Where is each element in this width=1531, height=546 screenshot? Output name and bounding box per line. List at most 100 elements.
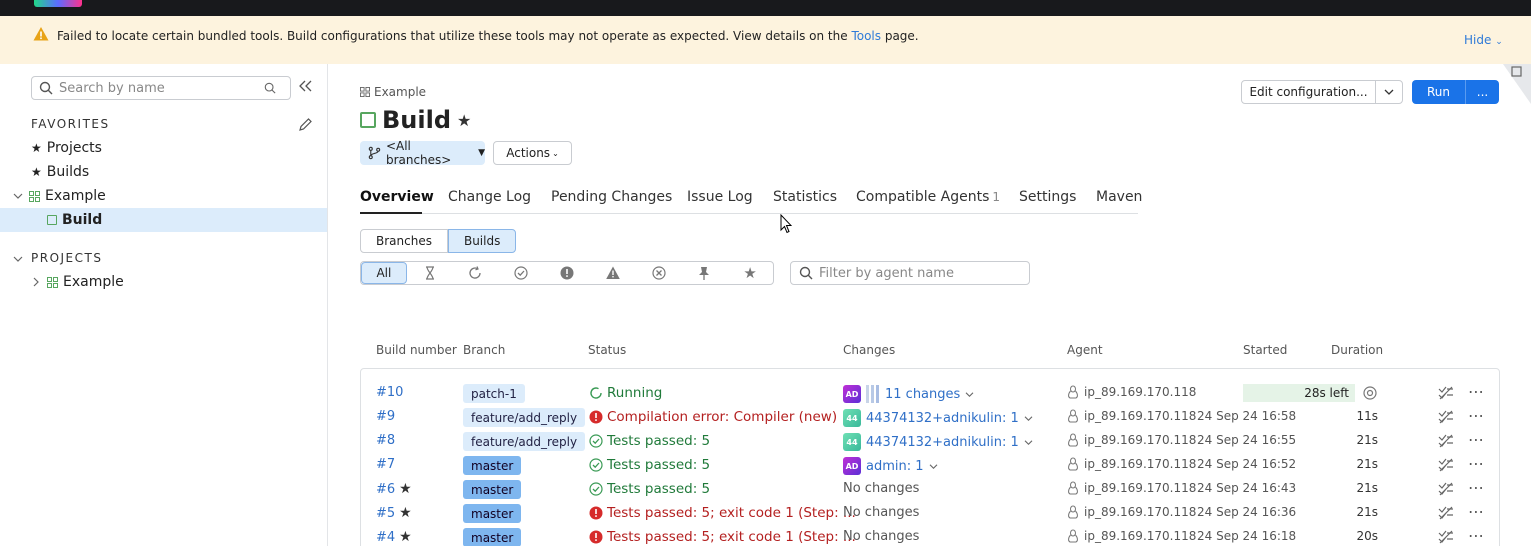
- row-more-icon[interactable]: ⋯: [1468, 382, 1484, 401]
- stop-build-icon[interactable]: [1363, 386, 1377, 400]
- sidebar-item-projects[interactable]: ★ Projects: [0, 136, 327, 160]
- sidebar-item-builds[interactable]: ★ Builds: [0, 160, 327, 184]
- row-more-icon[interactable]: ⋯: [1468, 502, 1484, 521]
- table-row[interactable]: #5 ★ master Tests passed: 5; exit code 1 (S…: [361, 501, 1501, 525]
- branch-selector[interactable]: <All branches> ▼: [360, 139, 485, 167]
- agent-link[interactable]: ip_89.169.170.118: [1067, 457, 1196, 471]
- table-row[interactable]: #6 ★ master Tests passed: 5 No changes ip_89.…: [361, 477, 1501, 501]
- agent-link[interactable]: ip_89.169.170.118: [1067, 481, 1196, 495]
- table-row[interactable]: #7 master Tests passed: 5 AD admin: 1 ip_89.1…: [361, 453, 1501, 477]
- build-number-link[interactable]: #5 ★: [376, 505, 412, 521]
- build-number-link[interactable]: #7: [376, 457, 395, 472]
- agent-link[interactable]: ip_89.169.170.118: [1067, 409, 1196, 423]
- branch-badge[interactable]: patch-1: [463, 384, 525, 403]
- build-number-link[interactable]: #4 ★: [376, 529, 412, 545]
- tab-maven[interactable]: Maven: [1096, 189, 1142, 205]
- sidebar-search[interactable]: [31, 76, 291, 100]
- column-header-agent[interactable]: Agent: [1067, 343, 1103, 357]
- favorite-star-icon[interactable]: ★: [457, 111, 471, 130]
- column-header-branch[interactable]: Branch: [463, 343, 505, 357]
- build-status[interactable]: Compilation error: Compiler (new): [589, 409, 837, 425]
- filter-running-button[interactable]: [453, 262, 499, 284]
- chevron-right-icon[interactable]: [31, 277, 41, 287]
- agent-filter-input[interactable]: [819, 263, 1019, 283]
- build-changes[interactable]: 44 44374132+adnikulin: 1: [843, 433, 1033, 451]
- tests-icon[interactable]: [1438, 434, 1454, 448]
- branch-badge[interactable]: master: [463, 480, 522, 499]
- branch-badge[interactable]: master: [463, 456, 522, 475]
- column-header-duration[interactable]: Duration: [1331, 343, 1383, 357]
- filter-starred-button[interactable]: ★: [727, 262, 773, 284]
- edit-configuration-dropdown[interactable]: [1376, 81, 1402, 103]
- agent-link[interactable]: ip_89.169.170.118: [1067, 433, 1196, 447]
- branch-badge[interactable]: master: [463, 528, 522, 546]
- table-row[interactable]: #8 feature/add_reply Tests passed: 5 44 4437…: [361, 429, 1501, 453]
- agent-filter[interactable]: [790, 261, 1030, 285]
- tests-icon[interactable]: [1438, 530, 1454, 544]
- teamcity-logo-icon[interactable]: [34, 0, 82, 7]
- edit-favorites-icon[interactable]: [298, 117, 313, 132]
- agent-link[interactable]: ip_89.169.170.118: [1067, 505, 1196, 519]
- filter-warning-button[interactable]: [590, 262, 636, 284]
- column-header-status[interactable]: Status: [588, 343, 626, 357]
- edit-configuration-button[interactable]: Edit configuration...: [1241, 80, 1403, 104]
- column-header-changes[interactable]: Changes: [843, 343, 895, 357]
- table-row[interactable]: #4 ★ master Tests passed: 5; exit code 1 (S…: [361, 525, 1501, 546]
- tab-compatible-agents[interactable]: Compatible Agents 1: [856, 189, 1000, 205]
- branches-view-button[interactable]: Branches: [360, 229, 448, 253]
- page-corner-icon[interactable]: [1503, 64, 1531, 104]
- branch-badge[interactable]: master: [463, 504, 522, 523]
- branch-badge[interactable]: feature/add_reply: [463, 432, 586, 451]
- filter-queued-button[interactable]: [407, 262, 453, 284]
- hide-warning-button[interactable]: Hide ⌄: [1464, 33, 1503, 47]
- filter-failed-button[interactable]: [544, 262, 590, 284]
- build-changes[interactable]: AD 11 changes: [843, 385, 974, 403]
- build-status[interactable]: Tests passed: 5: [589, 457, 710, 473]
- tests-icon[interactable]: [1438, 506, 1454, 520]
- table-row[interactable]: #9 feature/add_reply Compilation error: Co…: [361, 405, 1501, 429]
- run-label[interactable]: Run: [1412, 80, 1466, 104]
- build-number-link[interactable]: #9: [376, 409, 395, 424]
- column-header-started[interactable]: Started: [1243, 343, 1287, 357]
- star-icon[interactable]: ★: [399, 481, 412, 497]
- row-more-icon[interactable]: ⋯: [1468, 478, 1484, 497]
- build-status[interactable]: Tests passed: 5: [589, 481, 710, 497]
- build-number-link[interactable]: #6 ★: [376, 481, 412, 497]
- sidebar-item-build[interactable]: Build: [0, 208, 327, 232]
- build-status[interactable]: Tests passed: 5; exit code 1 (Step: ...: [589, 529, 856, 545]
- build-status[interactable]: Tests passed: 5; exit code 1 (Step: ...: [589, 505, 856, 521]
- search-input[interactable]: [59, 77, 259, 99]
- build-status[interactable]: Tests passed: 5: [589, 433, 710, 449]
- tab-issue-log[interactable]: Issue Log: [687, 189, 753, 205]
- agent-link[interactable]: ip_89.169.170.118: [1067, 529, 1196, 543]
- build-changes[interactable]: AD admin: 1: [843, 457, 938, 475]
- tab-change-log[interactable]: Change Log: [448, 189, 531, 205]
- tests-icon[interactable]: [1438, 410, 1454, 424]
- run-options-button[interactable]: ...: [1466, 80, 1499, 104]
- search-submit-icon[interactable]: [264, 82, 276, 94]
- tools-link[interactable]: Tools: [851, 29, 881, 43]
- table-row[interactable]: #10 patch-1 Running AD 11 changes ip_89.169.1…: [361, 381, 1501, 405]
- sidebar-item-project-example[interactable]: Example: [0, 270, 327, 294]
- actions-button[interactable]: Actions ⌄: [493, 141, 572, 165]
- tab-pending-changes[interactable]: Pending Changes: [551, 189, 672, 205]
- build-status[interactable]: Running: [589, 385, 662, 401]
- sidebar-item-example[interactable]: Example: [0, 184, 327, 208]
- filter-pinned-button[interactable]: [681, 262, 727, 284]
- filter-all-button[interactable]: All: [361, 262, 407, 284]
- filter-success-button[interactable]: [498, 262, 544, 284]
- collapse-sidebar-icon[interactable]: [299, 80, 313, 92]
- branch-badge[interactable]: feature/add_reply: [463, 408, 586, 427]
- tab-settings[interactable]: Settings: [1019, 189, 1076, 205]
- tests-icon[interactable]: [1438, 482, 1454, 496]
- row-more-icon[interactable]: ⋯: [1468, 406, 1484, 425]
- edit-configuration-label[interactable]: Edit configuration...: [1242, 81, 1376, 103]
- run-button[interactable]: Run ...: [1412, 80, 1499, 104]
- row-more-icon[interactable]: ⋯: [1468, 526, 1484, 545]
- breadcrumb-project-link[interactable]: Example: [374, 85, 426, 99]
- tab-statistics[interactable]: Statistics: [773, 189, 837, 205]
- tests-icon[interactable]: [1438, 386, 1454, 400]
- star-icon[interactable]: ★: [399, 529, 412, 545]
- filter-canceled-button[interactable]: [636, 262, 682, 284]
- column-header-build-number[interactable]: Build number: [376, 343, 457, 357]
